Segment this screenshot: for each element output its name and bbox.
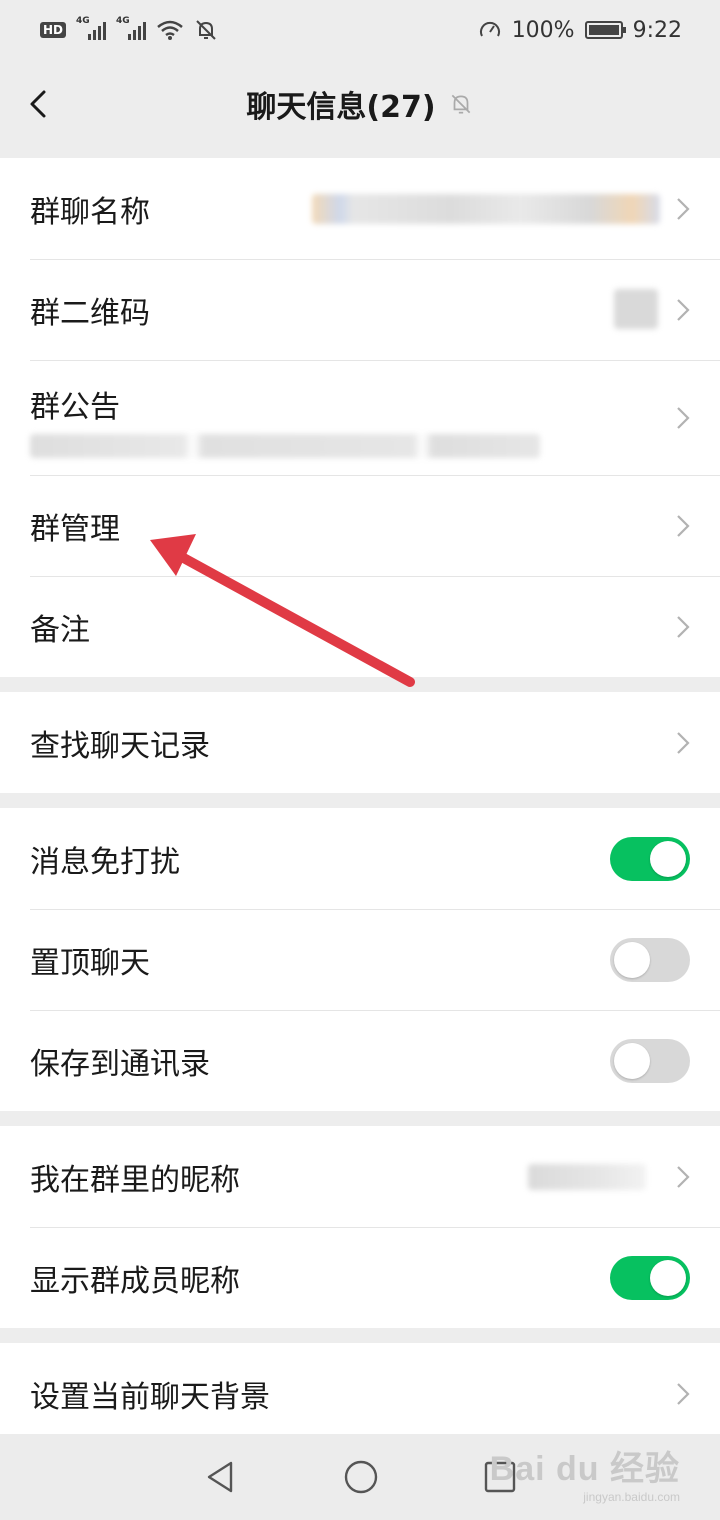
chevron-right-icon <box>677 1382 690 1405</box>
baidu-watermark: Bai du 经验 jingyan.baidu.com <box>489 1450 680 1504</box>
group-name-value-blurred <box>312 194 660 224</box>
search-section: 查找聊天记录 <box>0 692 720 793</box>
qrcode-thumbnail-blurred <box>614 289 658 329</box>
group-qrcode-label: 群二维码 <box>30 295 150 331</box>
chevron-right-icon <box>677 197 690 220</box>
wifi-icon <box>157 20 183 40</box>
dnd-toggle[interactable] <box>610 836 690 881</box>
remark-row[interactable]: 备注 <box>0 576 720 677</box>
nickname-section: 我在群里的昵称 显示群成员昵称 <box>0 1126 720 1328</box>
search-history-label: 查找聊天记录 <box>30 728 210 764</box>
my-nickname-label: 我在群里的昵称 <box>30 1162 240 1198</box>
hd-badge: HD <box>40 22 67 38</box>
notice-content-blurred <box>30 434 540 458</box>
dnd-row: 消息免打扰 <box>0 808 720 909</box>
bell-off-icon <box>196 20 216 40</box>
group-notice-row[interactable]: 群公告 <box>0 360 720 475</box>
back-triangle-icon[interactable] <box>203 1459 239 1495</box>
page-title: 聊天信息(27) <box>246 90 436 125</box>
chat-background-row[interactable]: 设置当前聊天背景 <box>0 1343 720 1434</box>
show-nickname-row: 显示群成员昵称 <box>0 1227 720 1328</box>
show-nickname-toggle[interactable] <box>610 1255 690 1300</box>
pin-chat-toggle[interactable] <box>610 937 690 982</box>
chevron-right-icon <box>677 731 690 754</box>
dnd-label: 消息免打扰 <box>30 844 180 880</box>
group-name-row[interactable]: 群聊名称 <box>0 158 720 259</box>
group-manage-label: 群管理 <box>30 511 120 547</box>
status-bar: HD 4G 4G 100% 9:22 <box>0 0 720 60</box>
battery-icon <box>584 21 626 39</box>
save-contacts-label: 保存到通讯录 <box>30 1046 210 1082</box>
pin-chat-row: 置顶聊天 <box>0 909 720 1010</box>
chevron-right-icon <box>677 406 690 429</box>
chevron-right-icon <box>677 615 690 638</box>
bell-off-icon <box>451 94 470 114</box>
chevron-left-icon[interactable] <box>22 86 58 122</box>
group-notice-label: 群公告 <box>30 390 120 425</box>
my-nickname-row[interactable]: 我在群里的昵称 <box>0 1126 720 1227</box>
remark-label: 备注 <box>30 612 90 648</box>
my-nickname-value-blurred <box>528 1164 646 1190</box>
chevron-right-icon <box>677 298 690 321</box>
battery-percent: 100% <box>511 17 575 43</box>
save-contacts-toggle[interactable] <box>610 1038 690 1083</box>
pin-chat-label: 置顶聊天 <box>30 945 150 981</box>
group-info-section: 群聊名称 群二维码 群公告 群管理 备注 <box>0 158 720 677</box>
signal-4g-icon: 4G <box>116 16 147 40</box>
group-qrcode-row[interactable]: 群二维码 <box>0 259 720 360</box>
group-name-label: 群聊名称 <box>30 194 150 230</box>
group-manage-row[interactable]: 群管理 <box>0 475 720 576</box>
home-circle-icon[interactable] <box>343 1459 379 1495</box>
chevron-right-icon <box>677 1165 690 1188</box>
speed-icon <box>479 21 500 37</box>
toggle-section: 消息免打扰 置顶聊天 保存到通讯录 <box>0 808 720 1111</box>
search-history-row[interactable]: 查找聊天记录 <box>0 692 720 793</box>
save-contacts-row: 保存到通讯录 <box>0 1010 720 1111</box>
signal-4g-icon: 4G <box>76 16 107 40</box>
show-nickname-label: 显示群成员昵称 <box>30 1263 240 1299</box>
background-section: 设置当前聊天背景 <box>0 1343 720 1434</box>
chat-background-label: 设置当前聊天背景 <box>30 1379 270 1415</box>
nav-bar: 聊天信息(27) <box>0 60 720 148</box>
clock: 9:22 <box>632 17 682 43</box>
chevron-right-icon <box>677 514 690 537</box>
